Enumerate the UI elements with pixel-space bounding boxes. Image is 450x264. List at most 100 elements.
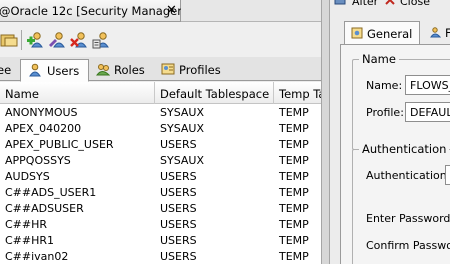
toolbar-separator (21, 30, 22, 50)
roles-icon (96, 62, 111, 76)
authentication-group-title: Authentication (359, 142, 450, 156)
open-icon[interactable] (0, 31, 18, 49)
column-header-label: Default Tablespace (160, 87, 270, 101)
name-label: Name: (366, 79, 403, 92)
close-icon[interactable] (384, 0, 396, 9)
cell-temp-tablespace: TEMP (279, 170, 309, 183)
table-row[interactable]: C##HR USERS TEMP (0, 216, 321, 232)
users-icon (28, 63, 42, 77)
profile-select[interactable]: DEFAULT (405, 102, 450, 122)
name-group: Name Name: FLOWS_ Profile: DEFAULT (352, 52, 450, 150)
cell-name: APEX_PUBLIC_USER (5, 138, 114, 151)
edit-user-icon[interactable] (48, 31, 66, 49)
tab-next[interactable]: F (424, 21, 450, 44)
column-header-label: Temp Ta (279, 87, 321, 101)
cell-name: APPQOSSYS (5, 154, 71, 167)
tab-general-label: General (367, 27, 413, 41)
tab-users[interactable]: Users (20, 59, 89, 82)
table-row[interactable]: APEX_040200 SYSAUX TEMP (0, 120, 321, 136)
tab-profiles-label: Profiles (179, 63, 221, 77)
properties-icon[interactable] (92, 31, 110, 49)
delete-user-icon[interactable] (70, 31, 88, 49)
cell-name: C##HR1 (5, 234, 55, 247)
tab-strip (181, 0, 321, 22)
cell-name: C##ADSUSER (5, 202, 84, 215)
authentication-select[interactable] (445, 165, 450, 185)
editor-tab[interactable]: @Oracle 12c [Security Manager] ✕ (0, 0, 186, 22)
column-header-default-tablespace[interactable]: Default Tablespace (155, 82, 274, 104)
column-header-label: Name (5, 87, 39, 101)
cell-temp-tablespace: TEMP (279, 154, 309, 167)
table-row[interactable]: C##HR1 USERS TEMP (0, 232, 321, 248)
user-properties-panel: Alter Close General F Name Name: FLOWS_ … (330, 0, 450, 264)
tab-roles[interactable]: Roles (93, 59, 155, 81)
tab-partial[interactable]: ee (0, 59, 19, 81)
authentication-label: Authentication: (366, 169, 450, 182)
close-tab-icon[interactable]: ✕ (166, 3, 177, 18)
authentication-group: Authentication Authentication: Enter Pas… (352, 142, 450, 264)
cell-default-tablespace: USERS (160, 218, 197, 231)
properties-toolbar: Alter Close (330, 0, 450, 10)
split-divider[interactable] (321, 0, 330, 264)
column-header-temp-tablespace[interactable]: Temp Ta (274, 82, 321, 104)
column-header-name[interactable]: Name (0, 82, 155, 104)
name-field[interactable]: FLOWS_ (405, 75, 450, 95)
cell-default-tablespace: USERS (160, 186, 197, 199)
cell-default-tablespace: USERS (160, 234, 197, 247)
profiles-icon (161, 62, 175, 76)
cell-default-tablespace: SYSAUX (160, 122, 204, 135)
name-group-title: Name (359, 52, 399, 66)
name-field-value: FLOWS_ (410, 79, 450, 92)
editor-tab-title: @Oracle 12c [Security Manager] (0, 4, 187, 18)
cell-temp-tablespace: TEMP (279, 234, 309, 247)
cell-temp-tablespace: TEMP (279, 202, 309, 215)
cell-name: APEX_040200 (5, 122, 82, 135)
cell-default-tablespace: USERS (160, 170, 197, 183)
table-row[interactable]: C##ADSUSER USERS TEMP (0, 200, 321, 216)
users-table: Name Default Tablespace Temp Ta ANONYMOU… (0, 82, 321, 264)
cell-temp-tablespace: TEMP (279, 106, 309, 119)
tab-next-icon (430, 26, 442, 41)
cell-temp-tablespace: TEMP (279, 218, 309, 231)
general-tab-icon (351, 27, 363, 42)
cell-temp-tablespace: TEMP (279, 186, 309, 199)
cell-name: C##ivan02 (5, 250, 69, 263)
tab-bar: ee Users Roles Profiles (0, 57, 321, 82)
tab-profiles[interactable]: Profiles (157, 59, 227, 81)
cell-default-tablespace: SYSAUX (160, 154, 204, 167)
security-manager-panel: @Oracle 12c [Security Manager] ✕ ee User… (0, 0, 321, 264)
table-row[interactable]: C##ADS_USER1 USERS TEMP (0, 184, 321, 200)
cell-default-tablespace: USERS (160, 138, 197, 151)
tab-next-label: F (445, 26, 450, 40)
table-row[interactable]: ANONYMOUS SYSAUX TEMP (0, 104, 321, 120)
cell-temp-tablespace: TEMP (279, 122, 309, 135)
table-row[interactable]: APPQOSSYS SYSAUX TEMP (0, 152, 321, 168)
table-row[interactable]: APEX_PUBLIC_USER USERS TEMP (0, 136, 321, 152)
tab-users-label: Users (47, 64, 80, 78)
toolbar (0, 22, 321, 57)
alter-button[interactable]: Alter (352, 0, 378, 8)
profile-label: Profile: (366, 106, 404, 119)
cell-name: C##HR (5, 218, 48, 231)
tab-partial-label: ee (0, 63, 12, 77)
tab-roles-label: Roles (114, 63, 145, 77)
confirm-password-label: Confirm Passwo (366, 239, 450, 252)
table-row[interactable]: AUDSYS USERS TEMP (0, 168, 321, 184)
cell-default-tablespace: SYSAUX (160, 106, 204, 119)
cell-temp-tablespace: TEMP (279, 138, 309, 151)
general-tab-content: Name Name: FLOWS_ Profile: DEFAULT Authe… (340, 44, 450, 264)
alter-icon[interactable] (334, 0, 346, 9)
profile-select-value: DEFAULT (410, 106, 450, 119)
table-body: ANONYMOUS SYSAUX TEMP APEX_040200 SYSAUX TEMP… (0, 104, 321, 264)
table-header: Name Default Tablespace Temp Ta (0, 82, 321, 104)
cell-name: C##ADS_USER1 (5, 186, 97, 199)
cell-default-tablespace: USERS (160, 202, 197, 215)
cell-temp-tablespace: TEMP (279, 250, 309, 263)
add-user-icon[interactable] (26, 31, 44, 49)
enter-password-label: Enter Password: (366, 212, 450, 225)
table-row[interactable]: C##ivan02 USERS TEMP (0, 248, 321, 264)
tab-general[interactable]: General (344, 21, 420, 44)
cell-default-tablespace: USERS (160, 250, 197, 263)
close-button[interactable]: Close (400, 0, 430, 8)
cell-name: AUDSYS (5, 170, 50, 183)
